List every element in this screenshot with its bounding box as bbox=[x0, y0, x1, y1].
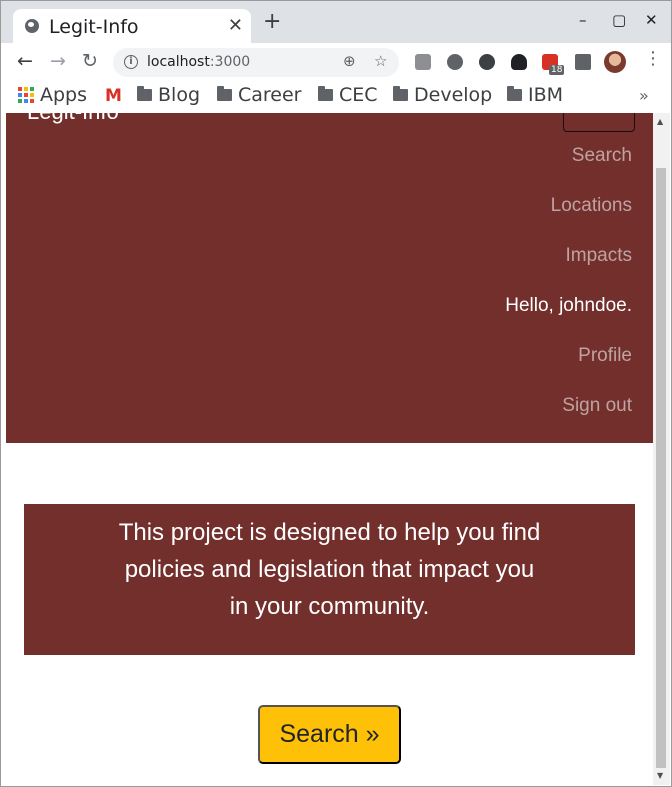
bookmark-career[interactable]: Career bbox=[217, 84, 302, 106]
nav-greeting: Hello, johndoe. bbox=[505, 295, 632, 316]
intro-text: This project is designed to help you fin… bbox=[118, 519, 541, 620]
tab-title: Legit-Info bbox=[49, 16, 139, 38]
minimize-button[interactable]: – bbox=[579, 13, 587, 28]
close-window-button[interactable]: ✕ bbox=[645, 13, 658, 28]
site-navbar: Legit-Info Search Locations Impacts Hell… bbox=[6, 113, 653, 443]
address-bar[interactable]: i localhost:3000 ⊕ ☆ bbox=[113, 48, 399, 77]
bookmark-label: CEC bbox=[339, 84, 378, 106]
back-button[interactable]: ← bbox=[17, 52, 33, 71]
scroll-up-arrow-icon[interactable]: ▲ bbox=[657, 117, 663, 126]
search-button[interactable]: Search » bbox=[258, 705, 401, 764]
page-scrollbar[interactable]: ▲ ▼ bbox=[653, 113, 670, 785]
url-host: localhost bbox=[147, 54, 210, 70]
navbar-toggler-button[interactable] bbox=[563, 113, 635, 132]
nav-link-locations[interactable]: Locations bbox=[551, 195, 632, 217]
new-tab-button[interactable]: + bbox=[263, 11, 281, 33]
tab-strip: Legit-Info ✕ + – ▢ ✕ bbox=[1, 1, 671, 43]
bookmark-develop[interactable]: Develop bbox=[393, 84, 492, 106]
owl-extension-icon[interactable] bbox=[511, 54, 527, 70]
zoom-icon[interactable]: ⊕ bbox=[343, 52, 356, 70]
nav-link-impacts[interactable]: Impacts bbox=[565, 245, 632, 267]
maximize-button[interactable]: ▢ bbox=[612, 13, 626, 28]
gmail-icon[interactable]: M bbox=[105, 86, 122, 106]
folder-icon bbox=[318, 86, 333, 101]
bookmark-blog[interactable]: Blog bbox=[137, 84, 200, 106]
tab-close-icon[interactable]: ✕ bbox=[228, 15, 243, 36]
scrollbar-thumb[interactable] bbox=[656, 168, 666, 768]
apps-grid-icon bbox=[18, 87, 34, 103]
nav-link-profile[interactable]: Profile bbox=[578, 345, 632, 367]
bookmark-ibm[interactable]: IBM bbox=[507, 84, 563, 106]
folder-icon bbox=[137, 86, 152, 101]
scroll-down-arrow-icon[interactable]: ▼ bbox=[657, 771, 663, 780]
globe-icon bbox=[25, 19, 39, 33]
browser-window: Legit-Info ✕ + – ▢ ✕ ← → ↻ i localhost:3… bbox=[0, 0, 672, 787]
url-text[interactable]: localhost:3000 bbox=[147, 54, 250, 70]
url-port: :3000 bbox=[209, 54, 251, 70]
nav-link-search[interactable]: Search bbox=[572, 145, 632, 167]
extension-circle-icon[interactable] bbox=[447, 54, 463, 70]
bookmark-cec[interactable]: CEC bbox=[318, 84, 378, 106]
more-bookmarks-icon[interactable]: » bbox=[639, 86, 649, 105]
extension-badge: 18 bbox=[549, 65, 565, 75]
page-viewport: Legit-Info Search Locations Impacts Hell… bbox=[5, 113, 653, 785]
camera-extension-icon[interactable] bbox=[415, 54, 431, 70]
bookmark-label: Career bbox=[238, 84, 302, 106]
tab-legit-info[interactable]: Legit-Info ✕ bbox=[13, 9, 251, 43]
bookmark-label: Develop bbox=[414, 84, 493, 106]
folder-icon bbox=[507, 86, 522, 101]
info-icon[interactable]: i bbox=[124, 55, 138, 69]
navbar-brand[interactable]: Legit-Info bbox=[27, 113, 119, 125]
bookmark-star-icon[interactable]: ☆ bbox=[374, 52, 387, 70]
bookmark-label: IBM bbox=[528, 84, 564, 106]
puzzle-extensions-icon[interactable] bbox=[575, 54, 591, 70]
nav-link-sign-out[interactable]: Sign out bbox=[562, 395, 632, 417]
reload-button[interactable]: ↻ bbox=[82, 52, 98, 71]
bookmarks-bar: Apps M Blog Career CEC Develop IBM » bbox=[1, 81, 671, 111]
intro-jumbotron: This project is designed to help you fin… bbox=[24, 504, 635, 655]
bookmark-label: Apps bbox=[40, 84, 88, 106]
forward-button[interactable]: → bbox=[50, 52, 66, 71]
folder-icon bbox=[393, 86, 408, 101]
browser-menu-icon[interactable]: ⋮ bbox=[644, 50, 662, 68]
bookmark-label: Blog bbox=[158, 84, 200, 106]
extension-dot-icon[interactable] bbox=[479, 54, 495, 70]
folder-icon bbox=[217, 86, 232, 101]
profile-avatar[interactable] bbox=[604, 51, 626, 73]
bookmark-apps[interactable]: Apps bbox=[18, 84, 87, 106]
browser-toolbar: ← → ↻ i localhost:3000 ⊕ ☆ 18 ⋮ bbox=[1, 43, 671, 81]
